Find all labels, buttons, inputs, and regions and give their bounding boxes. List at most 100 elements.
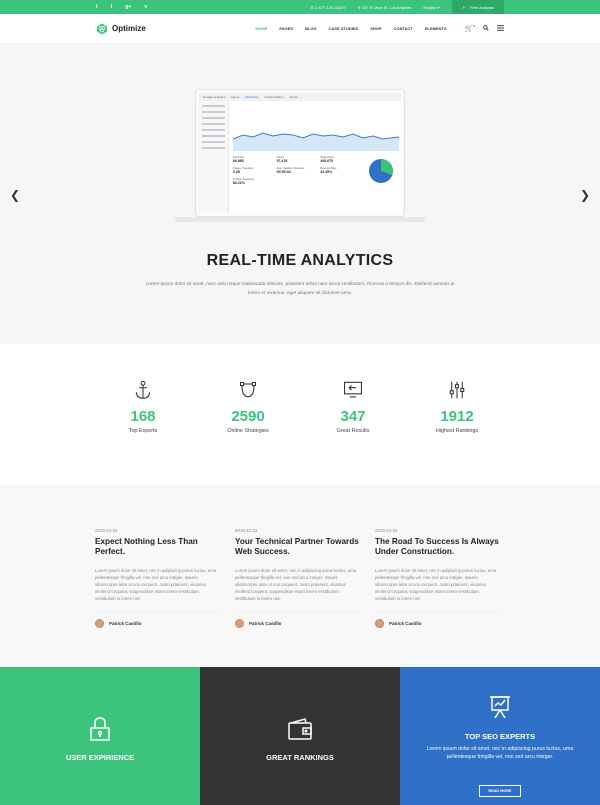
stat-item: 2590 Online Strategies xyxy=(208,380,288,434)
pie-chart xyxy=(369,159,393,183)
metric-value: 5.08 xyxy=(233,170,240,174)
tile-title: TOP SEO EXPERTS xyxy=(464,732,536,741)
post-excerpt: Lorem ipsum dolor sit amet, nec in adipi… xyxy=(95,568,217,602)
blog-post: 2015-12-22 Your Technical Partner Toward… xyxy=(235,528,359,629)
blog-section: 2015-12-22 Expect Nothing Less Than Perf… xyxy=(0,485,600,667)
nav-item-pages[interactable]: PAGES xyxy=(279,26,293,31)
google-plus-icon[interactable]: g+ xyxy=(125,4,131,10)
address: 427 S Olive St, Los Angeles xyxy=(361,4,412,10)
hero-slider: ❮ ❯ Google Analytics Home Reporting Cust… xyxy=(0,44,600,344)
analytics-tab: Customization xyxy=(264,95,284,99)
nav-item-contact[interactable]: CONTACT xyxy=(394,26,413,31)
avatar xyxy=(95,619,104,629)
nav-item-home[interactable]: HOME xyxy=(255,26,267,31)
stat-label: Top Experts xyxy=(128,428,158,434)
cart-count: 0 xyxy=(473,24,475,29)
hero-title: REAL-TIME ANALYTICS xyxy=(206,252,394,269)
metric-value: 80.21% xyxy=(233,181,245,185)
logo[interactable]: Optimize xyxy=(96,23,146,35)
metric-value: 57,476 xyxy=(276,159,288,163)
brand-name: Optimize xyxy=(112,24,146,33)
hamburger-menu-icon[interactable] xyxy=(497,25,504,32)
stat-label: Great Results xyxy=(336,428,370,434)
stat-item: 1912 Highest Rankings xyxy=(417,380,497,434)
address-text: ⚲ 427 S Olive St, Los Angeles xyxy=(357,4,412,10)
stat-value: 2590 xyxy=(231,408,265,425)
stat-value: 168 xyxy=(130,408,156,425)
phone-text: ✆ 1-677-124-44227 xyxy=(310,4,346,10)
metric-value: 00:05:34 xyxy=(276,170,291,174)
post-author[interactable]: Patrick Castillo xyxy=(375,612,499,629)
post-title[interactable]: Your Technical Partner Towards Web Succe… xyxy=(235,537,359,557)
analytics-header: Google Analytics Home Reporting Customiz… xyxy=(199,93,401,101)
tile-top-seo-experts[interactable]: TOP SEO EXPERTS Lorem ipsum dolor sit am… xyxy=(400,667,600,805)
stat-value: 1912 xyxy=(440,408,474,425)
nav-item-blog[interactable]: BLOG xyxy=(305,26,317,31)
logo-icon xyxy=(97,23,107,34)
twitter-icon[interactable]: t xyxy=(96,4,98,10)
vimeo-icon[interactable]: v xyxy=(144,4,147,10)
lock-icon xyxy=(90,717,110,741)
analytics-tab: Admin xyxy=(289,95,298,99)
post-excerpt: Lorem ipsum dolor sit amet, nec in adipi… xyxy=(375,568,497,602)
analytics-sidebar xyxy=(199,101,229,213)
stat-item: 347 Great Results xyxy=(313,380,393,434)
author-name: Patrick Castillo xyxy=(109,621,142,627)
stat-label: Highest Rankings xyxy=(435,428,479,434)
language-label: English xyxy=(423,4,437,10)
nav-item-shop[interactable]: SHOP xyxy=(370,26,381,31)
stat-item: 168 Top Experts xyxy=(103,380,183,434)
post-title[interactable]: The Road To Success Is Always Under Cons… xyxy=(375,537,499,557)
post-date: 2015-12-22 xyxy=(235,528,258,533)
avatar xyxy=(235,619,244,629)
search-icon[interactable] xyxy=(483,25,489,32)
stat-label: Online Strategies xyxy=(227,428,269,434)
sliders-icon xyxy=(449,381,465,399)
top-bar: t f g+ v ✆ 1-677-124-44227 ⚲ 427 S Olive… xyxy=(0,0,600,14)
nav-item-case-studies[interactable]: CASE STUDIES xyxy=(329,26,359,31)
metric: Sessions 66,885 xyxy=(233,155,274,163)
blog-post: 2015-12-22 Expect Nothing Less Than Perf… xyxy=(95,528,219,629)
stat-value: 347 xyxy=(340,408,366,425)
analytics-tab: Home xyxy=(231,95,240,99)
post-author[interactable]: Patrick Castillo xyxy=(95,612,219,629)
slider-prev-arrow[interactable]: ❮ xyxy=(10,188,20,202)
read-more-button[interactable]: READ MORE xyxy=(479,785,521,797)
author-name: Patrick Castillo xyxy=(249,621,282,627)
post-title[interactable]: Expect Nothing Less Than Perfect. xyxy=(95,537,219,557)
metric-value: 406,675 xyxy=(320,159,333,163)
tile-button-wrap: READ MORE xyxy=(400,779,600,797)
tile-great-rankings[interactable]: GREAT RANKINGS xyxy=(200,667,400,805)
hero-text: Lorem ipsum dolor sit amet, nunc wisi ne… xyxy=(145,282,455,296)
cart-icon[interactable]: 🛒0 xyxy=(465,24,475,32)
post-date: 2015-12-22 xyxy=(95,528,118,533)
analytics-app-name: Google Analytics xyxy=(203,95,226,99)
tile-text: Lorem ipsum dolor sit amet, nec in adipi… xyxy=(426,746,574,760)
facebook-icon[interactable]: f xyxy=(111,4,113,10)
post-date: 2015-12-22 xyxy=(375,528,398,533)
laptop-base xyxy=(174,217,426,222)
free-analysis-label: Free Analysis xyxy=(469,4,494,10)
tile-user-experience[interactable]: USER EXPIRIENCE xyxy=(0,667,200,805)
slider-next-arrow[interactable]: ❯ xyxy=(580,188,590,202)
author-name: Patrick Castillo xyxy=(389,621,422,627)
tile-title: GREAT RANKINGS xyxy=(266,753,334,762)
avatar xyxy=(375,619,384,629)
metric: Users 57,476 xyxy=(277,155,318,163)
nav-icons: 🛒0 xyxy=(465,24,504,33)
metric-value: 42.39% xyxy=(320,170,333,174)
social-links: t f g+ v xyxy=(96,4,147,10)
free-analysis-button[interactable]: ↗ Free Analysis xyxy=(451,0,504,14)
sessions-line-graph xyxy=(233,132,399,151)
metric: Bounce Rate 42.39% xyxy=(320,166,361,174)
return-screen-icon xyxy=(344,381,362,398)
metric: % New Sessions 80.21% xyxy=(233,177,274,185)
anchor-icon xyxy=(135,380,151,399)
language-select[interactable]: English ▾ xyxy=(423,5,439,10)
nav-item-elements[interactable]: ELEMENTS xyxy=(425,26,447,31)
bezier-pen-icon xyxy=(239,381,257,398)
metrics-grid: Sessions 66,885 Users 57,476 Pageviews 406,… xyxy=(233,155,361,185)
laptop-mockup: Google Analytics Home Reporting Customiz… xyxy=(174,90,426,276)
post-author[interactable]: Patrick Castillo xyxy=(235,612,359,629)
analytics-tab: Reporting xyxy=(245,95,259,99)
